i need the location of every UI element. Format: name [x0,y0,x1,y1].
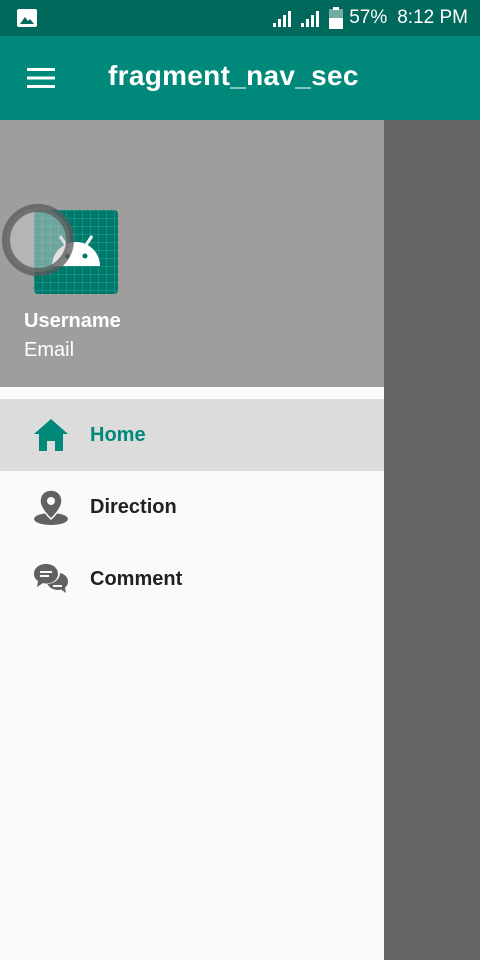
hamburger-menu-icon[interactable] [24,64,60,92]
drawer-item-label: Comment [90,567,183,590]
battery-percent: 57% [349,7,388,28]
drawer-menu: Home Direction Comment [0,399,384,615]
status-right-group: 57% 8:12 PM [273,0,468,36]
signal-icon-2 [301,9,323,27]
drawer-email: Email [24,339,75,361]
drawer-scrim[interactable] [384,120,480,960]
drawer-header: Username Email [0,120,384,387]
battery-icon [329,7,344,29]
comment-icon [32,560,70,598]
home-icon [32,416,70,454]
image-notification-icon [16,8,38,28]
clock: 8:12 PM [397,7,468,28]
app-bar: fragment_nav_sec [0,36,480,120]
drawer-item-comment[interactable]: Comment [0,543,384,615]
app-bar-title: fragment_nav_sec [108,60,359,91]
touch-ripple [0,202,76,278]
drawer-item-home[interactable]: Home [0,399,384,471]
location-pin-icon [32,488,70,526]
drawer-item-direction[interactable]: Direction [0,471,384,543]
drawer-item-label: Direction [90,495,177,518]
screen: 57% 8:12 PM fragment_nav_sec Username Em… [0,0,480,960]
drawer-item-label: Home [90,423,146,446]
signal-icon [273,9,295,27]
navigation-drawer: Username Email Home Direction Comment [0,120,384,960]
drawer-username: Username [24,310,121,332]
status-bar: 57% 8:12 PM [0,0,480,36]
